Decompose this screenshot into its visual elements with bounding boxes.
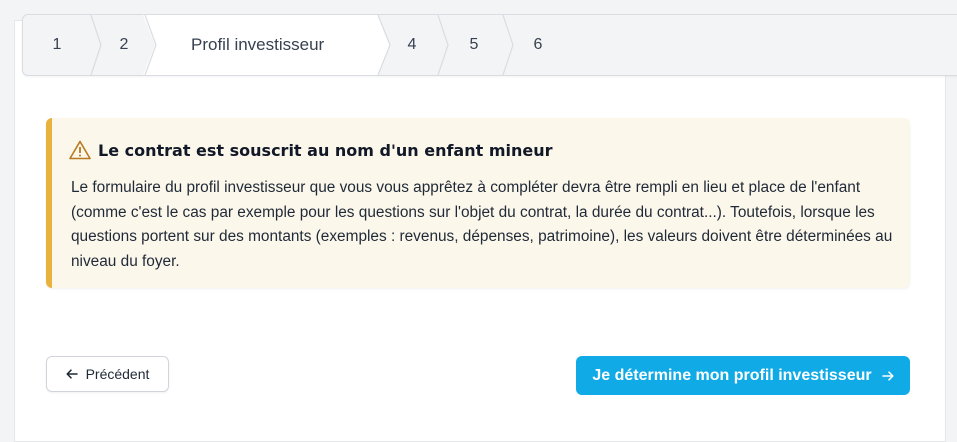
arrow-right-icon [881,370,894,381]
step-4-label: 4 [407,36,417,53]
step-3-active[interactable]: Profil investisseur [157,15,375,75]
step-5[interactable]: 5 [455,15,493,75]
progress-stepper: 1 2 Profil investisseur 4 5 6 [22,14,957,76]
previous-button-label: Précédent [85,366,150,382]
alert-accent-bar [46,118,52,288]
step-6-label: 6 [533,36,543,53]
warning-icon [69,140,91,160]
step-separator-icon [374,15,391,75]
alert-title: Le contrat est souscrit au nom d'un enfa… [98,141,553,160]
determine-profile-button[interactable]: Je détermine mon profil investisseur [576,356,910,395]
step-6[interactable]: 6 [519,15,557,75]
step-4[interactable]: 4 [393,15,431,75]
alert-body: Le formulaire du profil investisseur que… [71,179,893,270]
minor-child-alert: Le contrat est souscrit au nom d'un enfa… [46,118,910,288]
step-5-label: 5 [469,36,479,53]
previous-button[interactable]: Précédent [46,356,169,392]
arrow-left-icon [66,369,78,379]
step-2[interactable]: 2 [103,15,145,75]
step-separator-icon [502,15,514,75]
step-2-label: 2 [119,36,129,53]
step-3-label: Profil investisseur [191,35,325,54]
determine-profile-button-label: Je détermine mon profil investisseur [592,366,872,384]
step-1-label: 1 [52,36,62,53]
step-separator-icon [90,15,102,75]
step-separator-icon [437,15,449,75]
step-1[interactable]: 1 [23,15,91,75]
